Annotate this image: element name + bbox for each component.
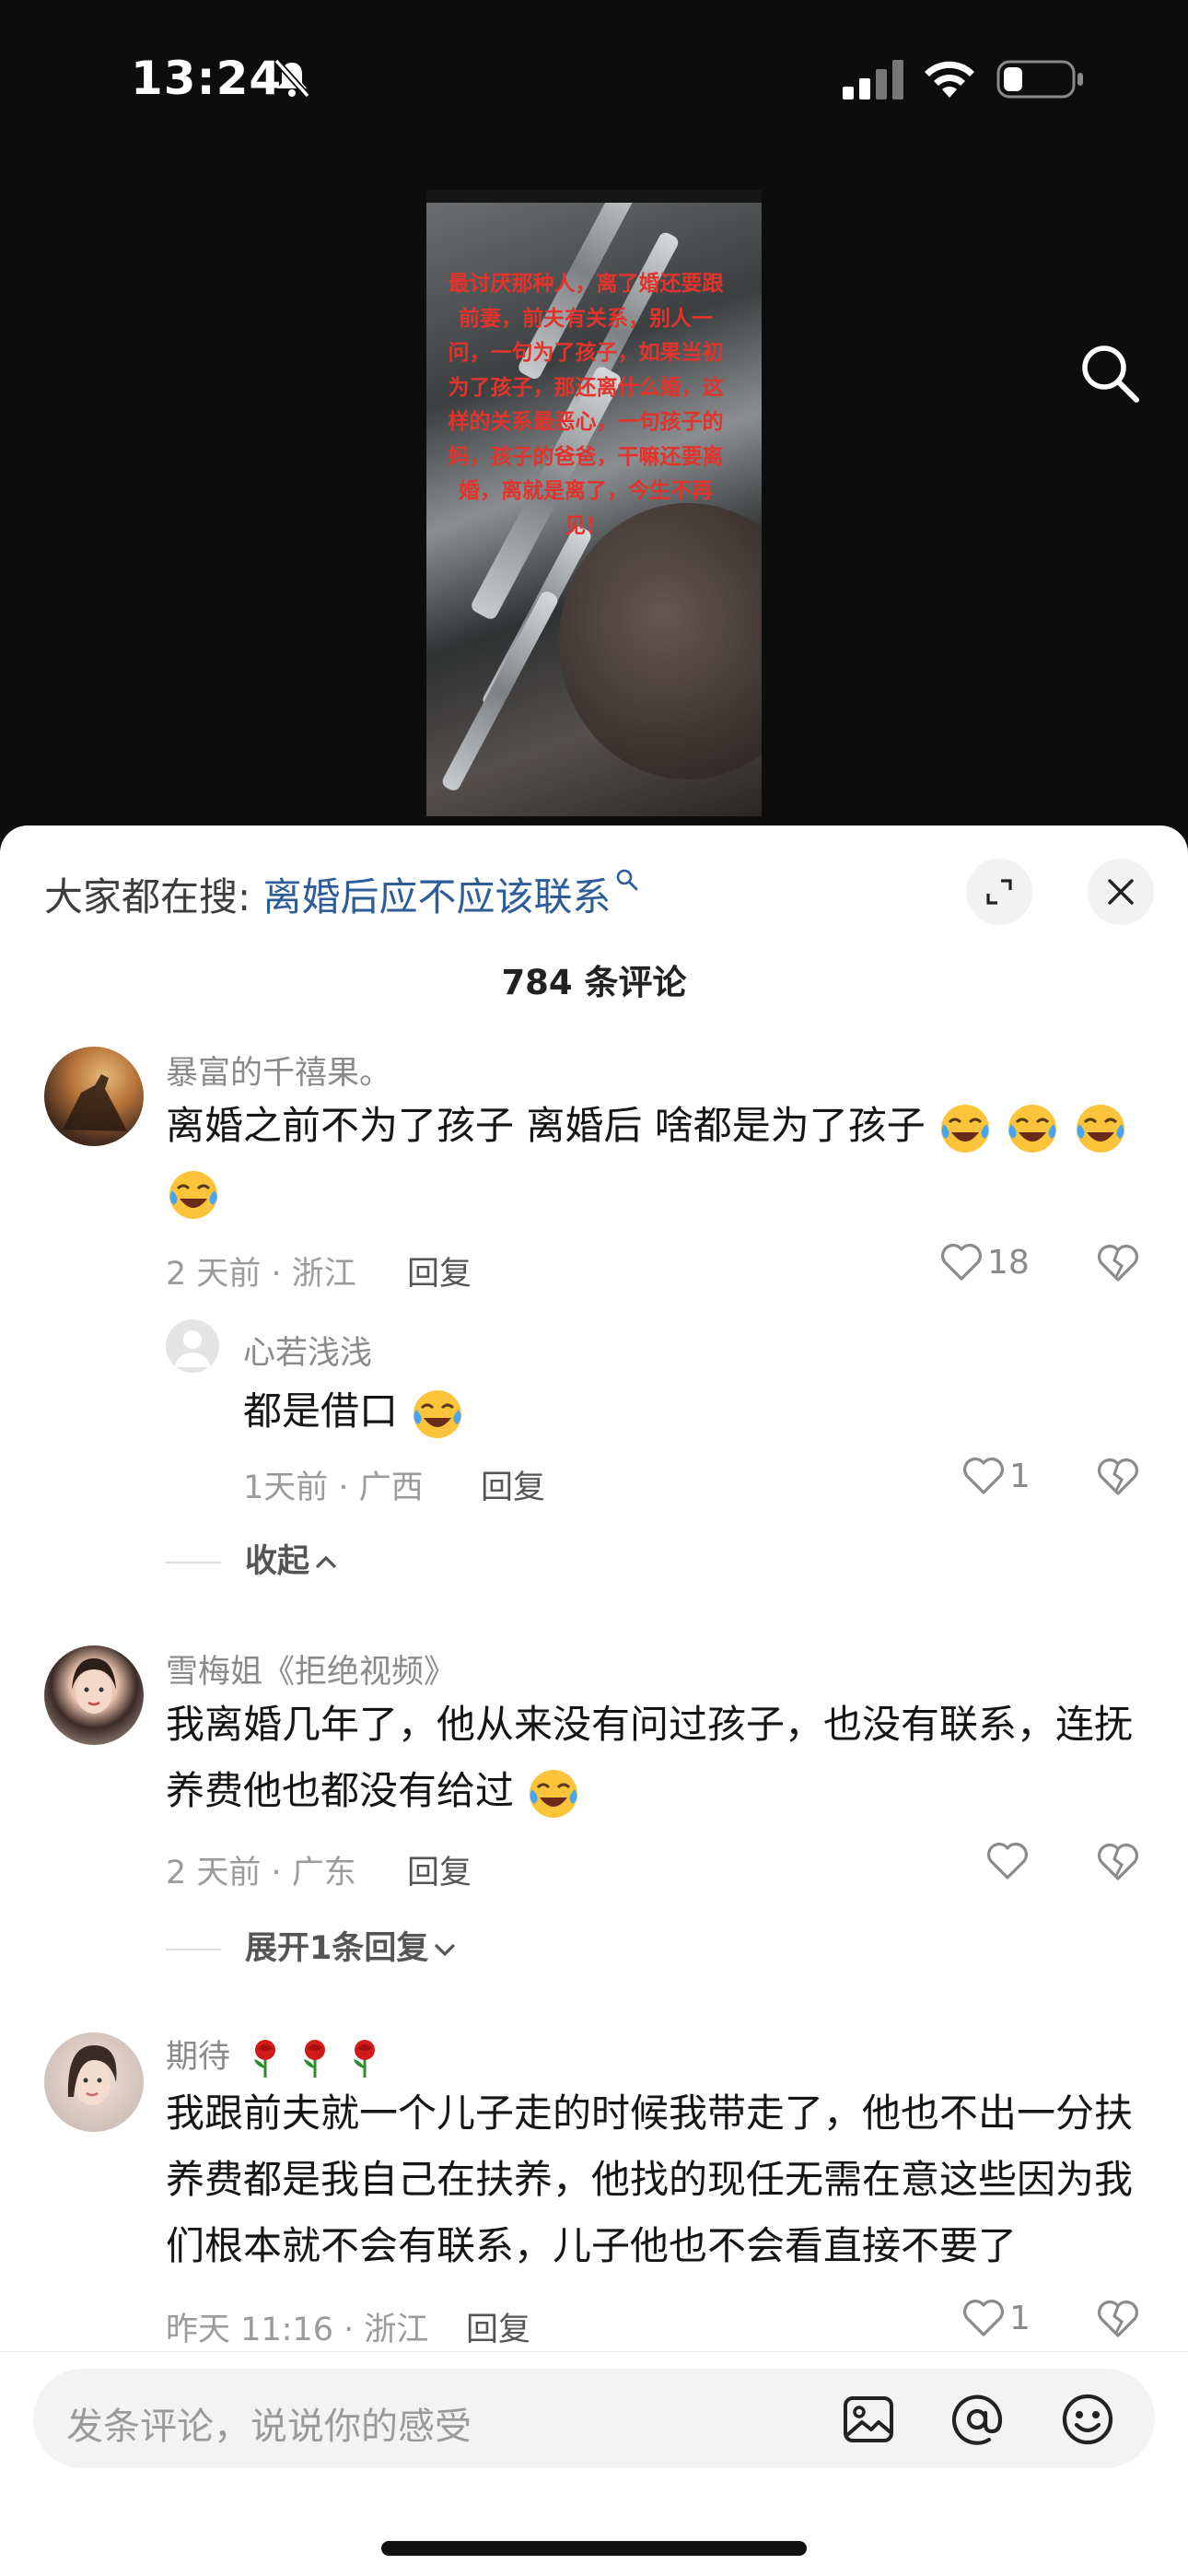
comment-meta: 昨天 11:16 · 浙江 xyxy=(166,2312,429,2348)
status-bar: 13:24 xyxy=(0,0,1188,157)
broken-heart-icon[interactable] xyxy=(1096,1456,1140,1498)
video-player[interactable]: 最讨厌那种人，离了婚还要跟前妻，前夫有关系，别人一问，一句为了孩子，如果当初为了… xyxy=(0,157,1188,829)
search-icon xyxy=(616,869,637,891)
like-button[interactable] xyxy=(985,1841,1033,1881)
like-button[interactable]: 1 xyxy=(961,2298,1031,2338)
battery-icon xyxy=(996,60,1083,99)
home-indicator[interactable] xyxy=(381,2541,807,2556)
search-icon[interactable] xyxy=(1077,341,1142,405)
comment-input-placeholder: 发条评论，说说你的感受 xyxy=(66,2406,472,2448)
comment-input[interactable]: 发条评论，说说你的感受 xyxy=(33,2369,1155,2468)
avatar[interactable] xyxy=(44,1645,144,1745)
comment-username[interactable]: 暴富的千禧果。 xyxy=(166,1047,391,1094)
comment-username[interactable]: 心若浅浅 xyxy=(243,1327,372,1374)
video-thumbnail[interactable]: 最讨厌那种人，离了婚还要跟前妻，前夫有关系，别人一问，一句为了孩子，如果当初为了… xyxy=(426,190,762,816)
comment-meta: 2 天前 · 浙江 xyxy=(166,1256,356,1293)
crying-laughing-emoji xyxy=(530,1769,578,1818)
status-time: 13:24 xyxy=(131,52,283,105)
like-count: 1 xyxy=(1009,1457,1031,1495)
reply-button[interactable]: 回复 xyxy=(481,1461,545,1508)
avatar[interactable] xyxy=(44,1047,144,1146)
video-caption: 最讨厌那种人，离了婚还要跟前妻，前夫有关系，别人一问，一句为了孩子，如果当初为了… xyxy=(448,272,724,538)
comment-content: 离婚之前不为了孩子 离婚后 啥都是为了孩子 xyxy=(166,1093,1142,1225)
comment-text: 我离婚几年了，他从来没有问过孩子，也没有联系，连抚养费他也都没有给过 xyxy=(166,1702,1134,1813)
avatar[interactable] xyxy=(44,2032,144,2132)
comment-username[interactable]: 雪梅姐《拒绝视频》 xyxy=(166,1645,456,1692)
like-count: 18 xyxy=(987,1243,1030,1282)
collapse-replies-button[interactable]: 收起 xyxy=(166,1535,339,1582)
reply-button[interactable]: 回复 xyxy=(407,1247,472,1294)
comment-text: 都是借口 xyxy=(243,1388,399,1434)
crying-laughing-emoji xyxy=(169,1170,217,1219)
chevron-up-icon xyxy=(315,1555,337,1569)
at-icon[interactable] xyxy=(949,2391,1006,2448)
crying-laughing-emoji xyxy=(941,1104,990,1153)
crying-laughing-emoji xyxy=(1008,1104,1057,1153)
comments-sheet: 大家都在搜: 离婚后应不应该联系 784 条评论 暴富的千禧果。 离婚之前不为了… xyxy=(0,825,1188,2576)
reply-button[interactable]: 回复 xyxy=(407,1846,472,1893)
chevron-down-icon xyxy=(435,1943,456,1957)
username-text: 期待 xyxy=(166,2039,231,2076)
like-button[interactable]: 18 xyxy=(939,1242,1030,1282)
broken-heart-icon[interactable] xyxy=(1096,1841,1140,1883)
rose-emoji xyxy=(354,2040,376,2078)
heart-icon xyxy=(941,1244,982,1281)
hot-search-topic[interactable]: 离婚后应不应该联系 xyxy=(263,874,611,919)
crying-laughing-emoji xyxy=(1076,1104,1124,1153)
rose-emoji xyxy=(254,2040,276,2078)
heart-icon xyxy=(987,1843,1028,1879)
expand-replies-button[interactable]: 展开1条回复 xyxy=(166,1922,458,1969)
comment-content: 我跟前夫就一个儿子走的时候我带走了，他也不出一分扶养费都是我自己在扶养，他找的现… xyxy=(166,2090,1134,2268)
crying-laughing-emoji xyxy=(413,1389,462,1438)
like-button[interactable]: 1 xyxy=(961,1456,1031,1496)
comment-meta: 2 天前 · 广东 xyxy=(166,1855,356,1891)
close-button[interactable] xyxy=(1088,859,1154,925)
expand-icon xyxy=(986,879,1012,905)
heart-icon xyxy=(963,2300,1004,2336)
comment-username[interactable]: 期待 xyxy=(166,2031,390,2079)
wifi-icon xyxy=(925,61,974,98)
image-icon[interactable] xyxy=(840,2391,897,2448)
close-icon xyxy=(1108,879,1134,905)
expand-label: 展开1条回复 xyxy=(245,1930,429,1967)
comment-count: 784 条评论 xyxy=(501,963,687,1002)
signal-icon xyxy=(843,60,903,100)
comment-text: 离婚之前不为了孩子 离婚后 啥都是为了孩子 xyxy=(166,1103,926,1148)
rose-emoji xyxy=(304,2040,326,2078)
reply-button[interactable]: 回复 xyxy=(466,2303,530,2350)
comment-content: 我离婚几年了，他从来没有问过孩子，也没有联系，连抚养费他也都没有给过 xyxy=(166,1692,1142,1824)
emoji-icon[interactable] xyxy=(1059,2391,1116,2448)
comment-meta: 1天前 · 广西 xyxy=(243,1469,424,1506)
broken-heart-icon[interactable] xyxy=(1096,1242,1140,1284)
broken-heart-icon[interactable] xyxy=(1096,2298,1140,2340)
heart-icon xyxy=(963,1458,1004,1494)
hot-search-prefix: 大家都在搜: xyxy=(44,874,251,919)
comment-content: 都是借口 xyxy=(243,1378,1072,1445)
mute-icon xyxy=(274,58,310,99)
hot-search-link[interactable]: 大家都在搜: 离婚后应不应该联系 xyxy=(44,866,639,922)
like-count: 1 xyxy=(1009,2299,1031,2337)
collapse-label: 收起 xyxy=(245,1543,310,1580)
expand-button[interactable] xyxy=(966,859,1032,925)
avatar[interactable] xyxy=(166,1319,219,1373)
